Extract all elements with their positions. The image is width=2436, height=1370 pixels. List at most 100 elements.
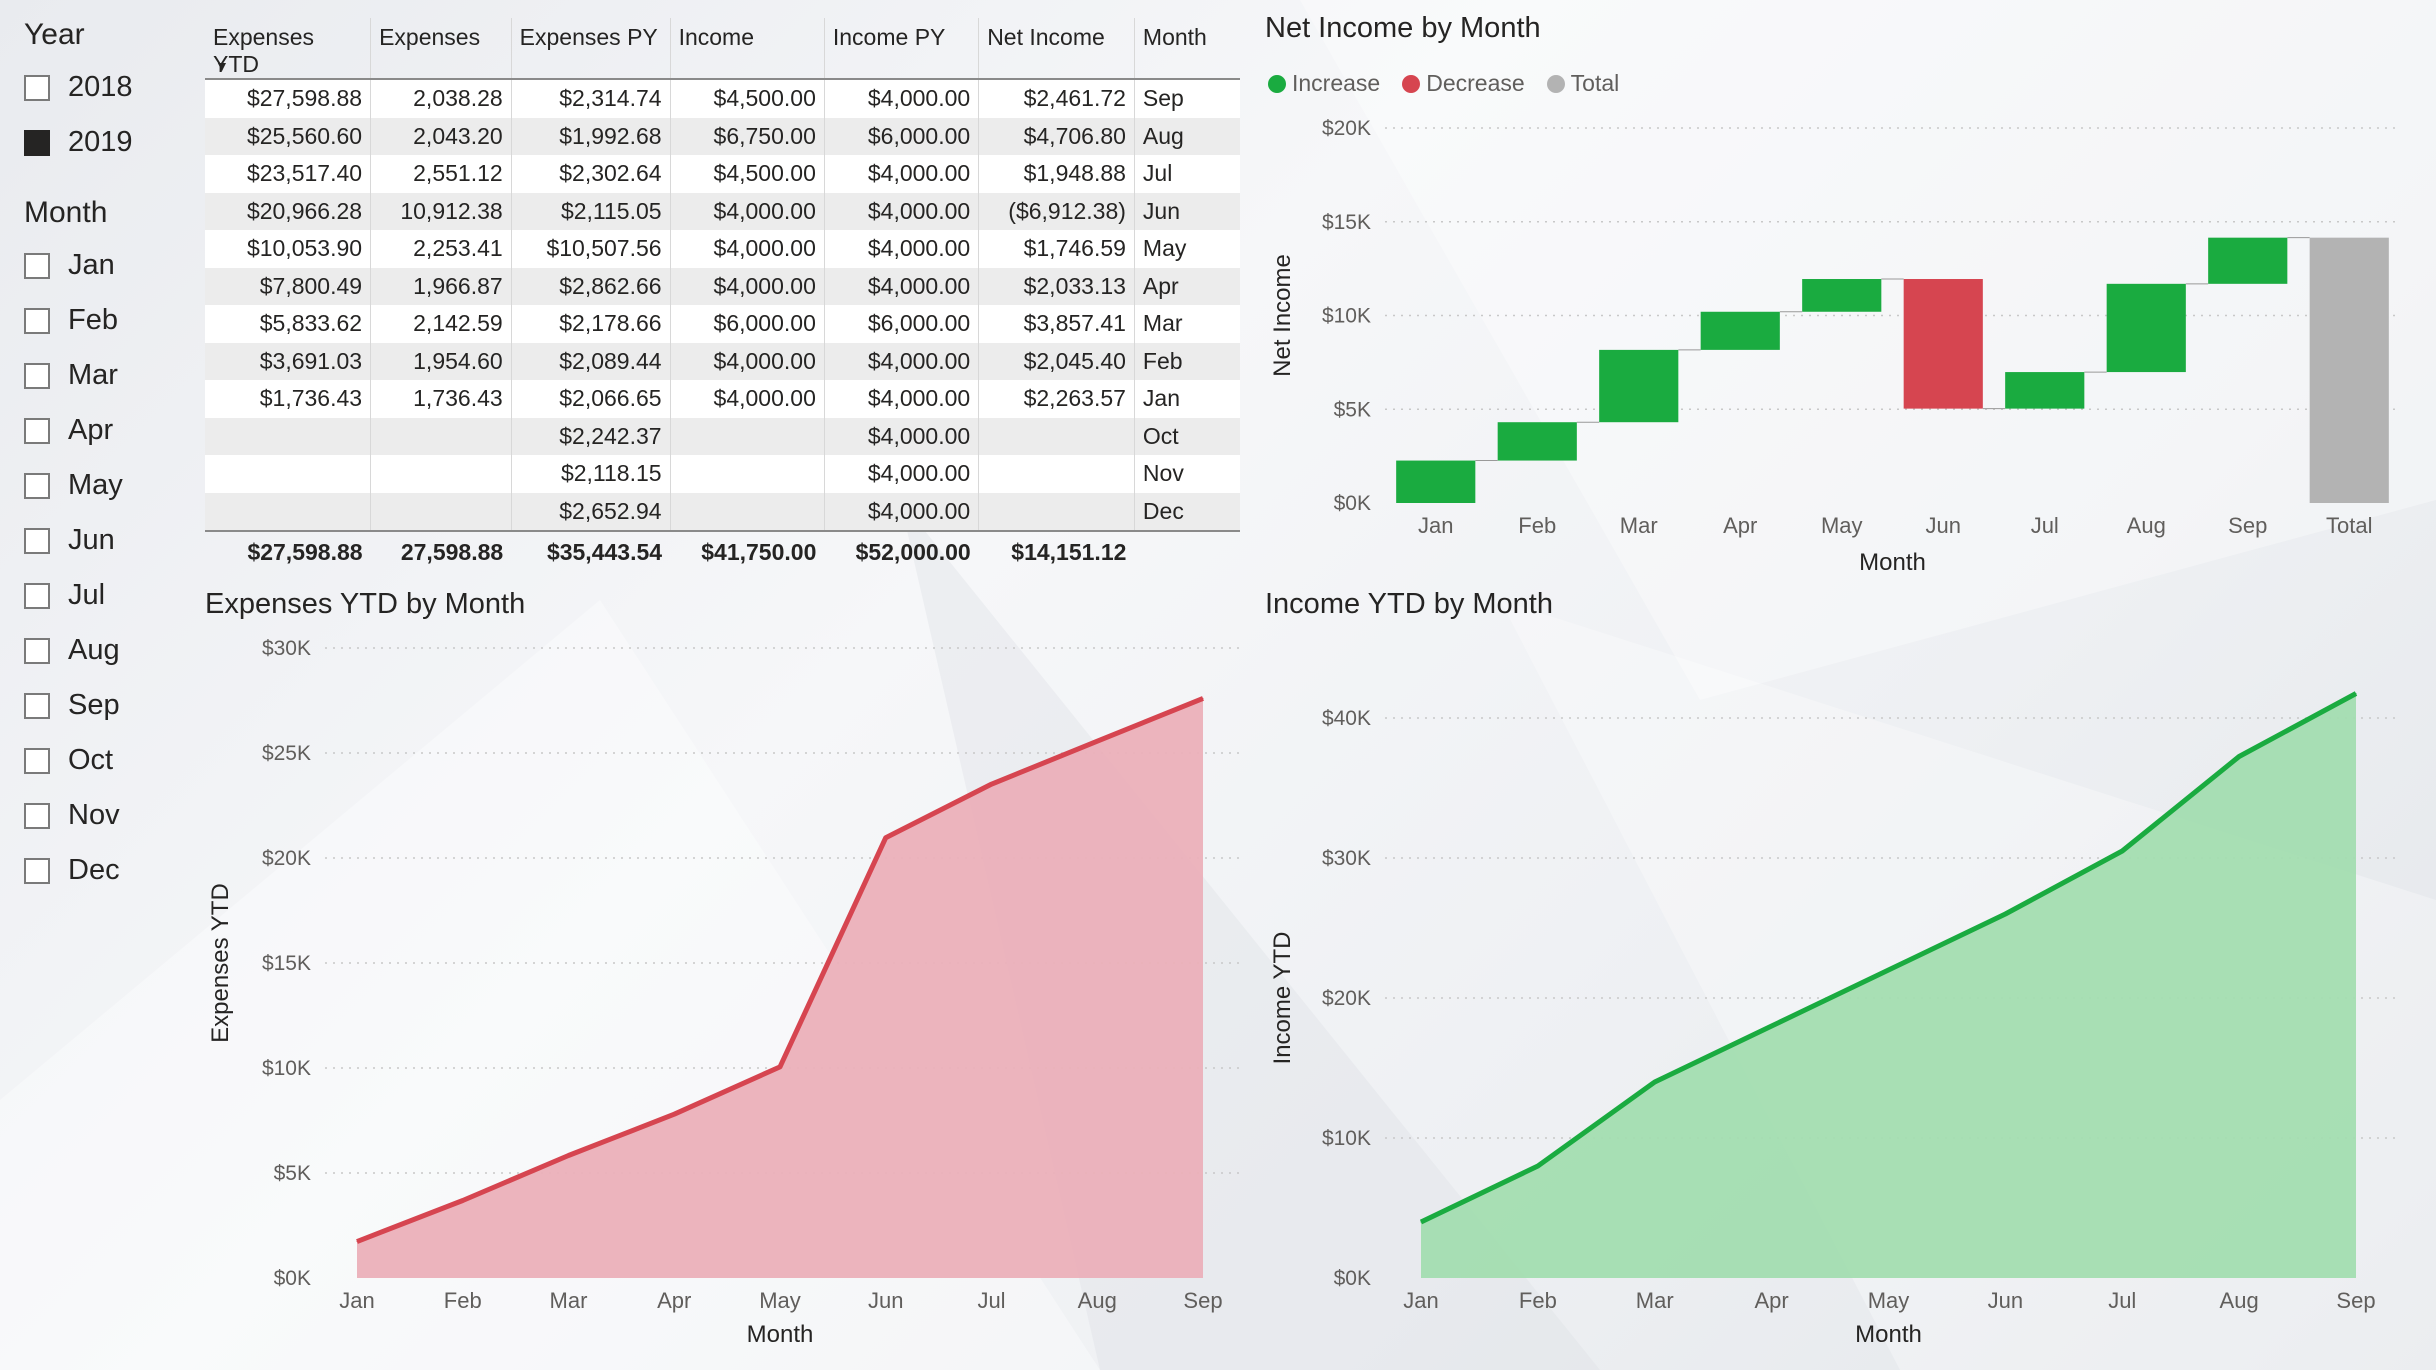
table-cell: Oct [1142, 422, 1179, 449]
column-header[interactable]: Month [1134, 18, 1240, 80]
month-option-feb[interactable]: Feb [24, 293, 123, 348]
data-point-aug [1096, 740, 1098, 742]
legend-item-increase[interactable]: Increase [1268, 70, 1380, 97]
net-income-legend: Increase Decrease Total [1268, 70, 1619, 97]
table-cell: $4,000.00 [824, 79, 980, 118]
sort-descending-icon[interactable]: ▼ [215, 58, 229, 74]
month-option-label: Oct [68, 744, 114, 776]
column-header[interactable]: Net Income [978, 18, 1135, 80]
checkbox[interactable] [24, 472, 50, 499]
table-row[interactable]: $1,736.43 1,736.43 $2,066.65 $4,000.00 $4,00… [205, 380, 1240, 418]
table-cell [205, 455, 372, 493]
table-row[interactable]: $23,517.40 2,551.12 $2,302.64 $4,500.00 $4,0… [205, 155, 1240, 193]
month-option-label: Jun [68, 524, 115, 556]
checkbox[interactable] [24, 692, 50, 719]
x-tick-label: Sep [2336, 1288, 2375, 1313]
y-axis-title: Net Income [1269, 254, 1296, 377]
total-cell: 27,598.88 [370, 530, 512, 572]
data-point-mar [568, 1154, 569, 1156]
year-option-2019[interactable]: 2019 [24, 115, 133, 170]
month-option-label: Dec [68, 854, 120, 886]
legend-item-total[interactable]: Total [1546, 70, 1619, 97]
month-option-jun[interactable]: Jun [24, 513, 123, 568]
checkbox[interactable] [24, 252, 50, 279]
month-slicer-title: Month [24, 196, 108, 229]
month-option-label: Apr [68, 414, 114, 446]
column-header[interactable]: Income PY [824, 18, 980, 80]
month-option-mar[interactable]: Mar [24, 348, 123, 403]
month-option-apr[interactable]: Apr [24, 403, 123, 458]
month-option-sep[interactable]: Sep [24, 678, 123, 733]
legend-dot-icon [1546, 75, 1565, 93]
month-option-label: Jul [68, 579, 106, 611]
data-point-apr [1771, 1025, 1773, 1027]
month-option-label: Feb [68, 304, 118, 336]
table-row[interactable]: $27,598.88 2,038.28 $2,314.74 $4,500.00 $4,0… [205, 79, 1240, 118]
x-tick-label: Aug [2220, 1288, 2259, 1313]
y-tick-label: $20K [1322, 987, 1371, 1010]
table-row[interactable]: $25,560.60 2,043.20 $1,992.68 $6,750.00 $6,0… [205, 117, 1240, 155]
month-option-oct[interactable]: Oct [24, 733, 123, 788]
month-option-aug[interactable]: Aug [24, 623, 123, 678]
data-point-sep [2355, 693, 2357, 694]
x-tick-label: May [1868, 1288, 1910, 1313]
checkbox[interactable] [24, 74, 50, 101]
table-row[interactable]: $7,800.49 1,966.87 $2,862.66 $4,000.00 $4,00… [205, 267, 1240, 305]
waterfall-bar-total [2309, 237, 2389, 503]
year-option-2018[interactable]: 2018 [24, 60, 133, 115]
table-row[interactable]: $2,242.37 $4,000.00 Oct [205, 417, 1240, 455]
table-cell: ($6,912.38) [978, 192, 1135, 230]
checkbox[interactable] [24, 802, 50, 829]
checkbox[interactable] [24, 857, 50, 884]
checkbox[interactable] [24, 362, 50, 389]
legend-dot-icon [1402, 75, 1421, 93]
waterfall-bar-jun [1903, 279, 1983, 409]
legend-item-decrease[interactable]: Decrease [1402, 70, 1525, 97]
table-cell [370, 455, 512, 493]
table-cell: 1,736.43 [370, 380, 512, 418]
table-row[interactable]: $10,053.90 2,253.41 $10,507.56 $4,000.00 $4,… [205, 230, 1240, 268]
y-axis-title: Expenses YTD [207, 883, 234, 1043]
x-tick-label: Jul [2031, 513, 2059, 538]
checkbox[interactable] [24, 747, 50, 774]
table-row[interactable]: $3,691.03 1,954.60 $2,089.44 $4,000.00 $4,00… [205, 342, 1240, 380]
table-cell: 2,038.28 [370, 79, 512, 118]
checkbox[interactable] [24, 307, 50, 334]
waterfall-bar-apr [1700, 311, 1780, 350]
x-tick-label: May [1821, 513, 1863, 538]
month-option-jul[interactable]: Jul [24, 568, 123, 623]
total-cell: $41,750.00 [670, 530, 825, 572]
data-point-feb [462, 1199, 464, 1201]
column-header[interactable]: Expenses YTD ▼ [205, 18, 372, 80]
table-row[interactable]: $2,118.15 $4,000.00 Nov [205, 455, 1240, 493]
table-row[interactable]: $5,833.62 2,142.59 $2,178.66 $6,000.00 $6,00… [205, 305, 1240, 343]
y-tick-label: $10K [1322, 305, 1371, 328]
checkbox[interactable] [24, 129, 50, 156]
month-option-nov[interactable]: Nov [24, 788, 123, 843]
data-table: Expenses YTD ▼ Expenses Expenses PY Income In… [205, 18, 1240, 572]
month-option-dec[interactable]: Dec [24, 843, 123, 898]
checkbox[interactable] [24, 417, 50, 444]
column-header[interactable]: Expenses [370, 18, 512, 80]
table-cell: $3,691.03 [205, 342, 372, 380]
column-header[interactable]: Income [670, 18, 825, 80]
net-income-chart-title: Net Income by Month [1265, 12, 1541, 44]
month-option-label: Mar [68, 359, 118, 391]
month-option-may[interactable]: May [24, 458, 123, 513]
checkbox[interactable] [24, 582, 50, 609]
table-row[interactable]: $20,966.28 10,912.38 $2,115.05 $4,000.00 $4,… [205, 192, 1240, 230]
month-option-jan[interactable]: Jan [24, 238, 123, 293]
y-tick-label: $40K [1322, 707, 1371, 730]
table-cell: $4,000.00 [824, 455, 980, 493]
x-axis-title: Month [747, 1321, 814, 1348]
checkbox[interactable] [24, 637, 50, 664]
table-cell: $2,089.44 [511, 342, 671, 380]
checkbox[interactable] [24, 527, 50, 554]
column-header[interactable]: Expenses PY [511, 18, 671, 80]
data-point-feb [1537, 1165, 1539, 1167]
table-cell: $2,115.05 [511, 192, 671, 230]
table-row[interactable]: $2,652.94 $4,000.00 Dec [205, 492, 1240, 531]
table-cell: 1,954.60 [370, 342, 512, 380]
table-cell: May [1142, 235, 1187, 262]
x-tick-label: Feb [1518, 513, 1556, 538]
